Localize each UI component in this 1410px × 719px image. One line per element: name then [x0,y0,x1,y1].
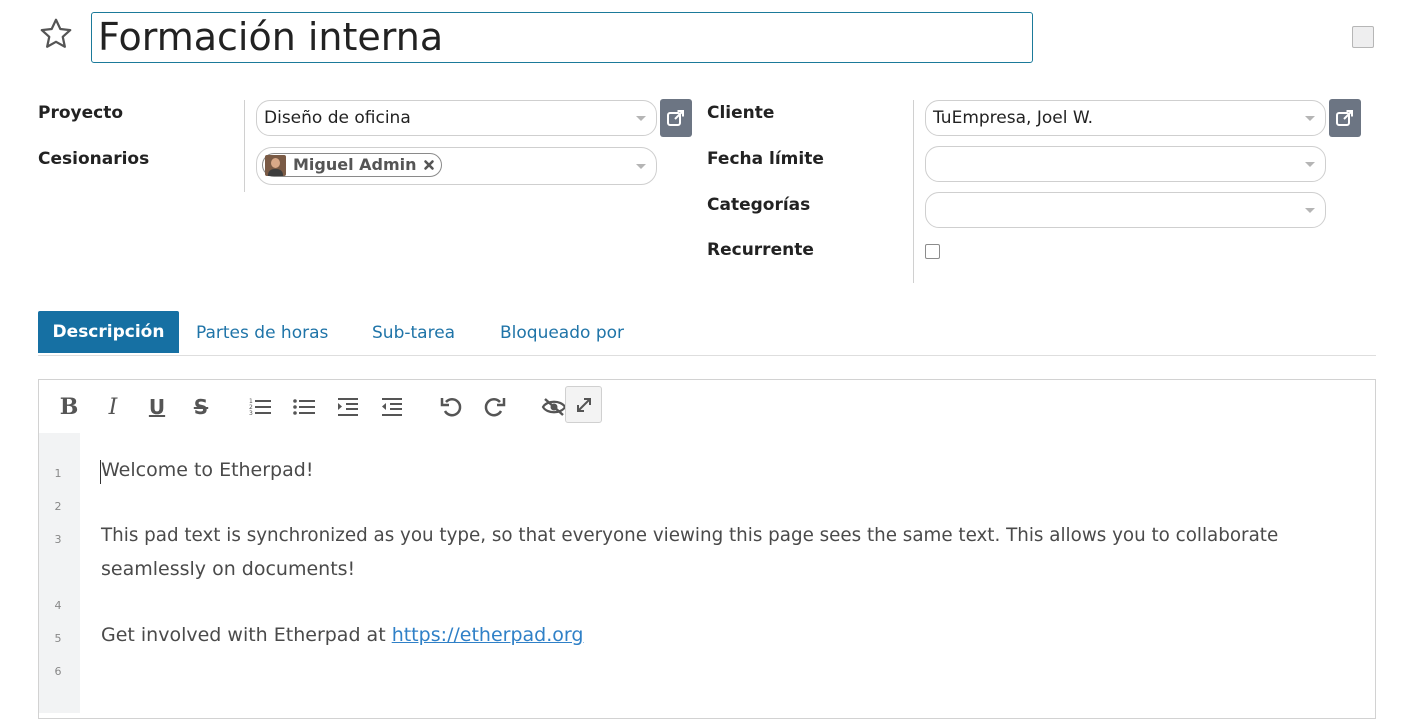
pad-editor[interactable] [38,379,1376,719]
recurrent-label: Recurrente [707,240,814,260]
bold-icon[interactable]: B [51,389,87,425]
tab-timesheets[interactable]: Partes de horas [196,311,328,353]
client-label: Cliente [707,103,775,123]
chevron-down-icon [1305,162,1315,167]
ordered-list-icon[interactable]: 1 2 3 [242,389,278,425]
external-link-icon [1336,110,1353,126]
project-select[interactable]: Diseño de oficina [256,100,657,136]
project-value: Diseño de oficina [264,108,411,128]
line-number: 6 [54,665,62,678]
tab-subtasks[interactable]: Sub-tarea [372,311,455,353]
line-number: 2 [54,500,62,513]
redo-icon[interactable] [477,389,513,425]
strikethrough-icon[interactable]: S [183,389,219,425]
client-external-link-button[interactable] [1329,99,1361,137]
categories-select[interactable] [925,192,1326,228]
remove-tag-icon[interactable] [423,159,435,171]
assignees-label: Cesionarios [38,149,150,169]
priority-checkbox[interactable] [1352,26,1374,48]
assignees-select[interactable]: Miguel Admin [256,147,657,185]
task-title-input[interactable]: Formación interna [91,12,1033,63]
tab-description[interactable]: Descripción [38,311,179,353]
assignee-name: Miguel Admin [293,155,417,174]
indent-icon[interactable] [330,389,366,425]
fullscreen-icon[interactable] [565,386,602,423]
tabs-divider [38,355,1376,356]
project-external-link-button[interactable] [660,99,692,137]
line-number: 5 [54,632,62,645]
tab-blocked-by[interactable]: Bloqueado por [500,311,624,353]
assignee-tag[interactable]: Miguel Admin [262,153,442,177]
external-link-icon [667,110,684,126]
chevron-down-icon [636,116,646,121]
line-number: 4 [54,599,62,612]
divider [244,100,245,192]
undo-icon[interactable] [433,389,469,425]
etherpad-link[interactable]: https://etherpad.org [392,624,584,646]
pad-line-5-text: Get involved with Etherpad at [101,624,392,646]
pad-line-3-wrap[interactable]: seamlessly on documents! [101,558,355,580]
underline-icon[interactable]: U [139,389,175,425]
line-number: 3 [54,533,62,546]
project-label: Proyecto [38,103,124,123]
svg-text:3: 3 [249,410,253,417]
categories-label: Categorías [707,195,811,215]
unordered-list-icon[interactable] [286,389,322,425]
client-select[interactable]: TuEmpresa, Joel W. [925,100,1326,136]
chevron-down-icon [636,164,646,169]
italic-icon[interactable]: I [95,389,131,425]
recurrent-checkbox[interactable] [925,244,940,259]
avatar [265,154,286,176]
deadline-field[interactable] [925,146,1326,182]
pad-line-1[interactable]: Welcome to Etherpad! [101,459,313,481]
pad-line-5[interactable]: Get involved with Etherpad at https://et… [101,624,583,646]
divider [913,100,914,283]
deadline-label: Fecha límite [707,149,824,169]
star-icon[interactable] [38,16,74,52]
pad-line-3[interactable]: This pad text is synchronized as you typ… [101,525,1278,546]
client-value: TuEmpresa, Joel W. [933,108,1094,128]
chevron-down-icon [1305,116,1315,121]
outdent-icon[interactable] [374,389,410,425]
line-number: 1 [54,467,62,480]
chevron-down-icon [1305,208,1315,213]
